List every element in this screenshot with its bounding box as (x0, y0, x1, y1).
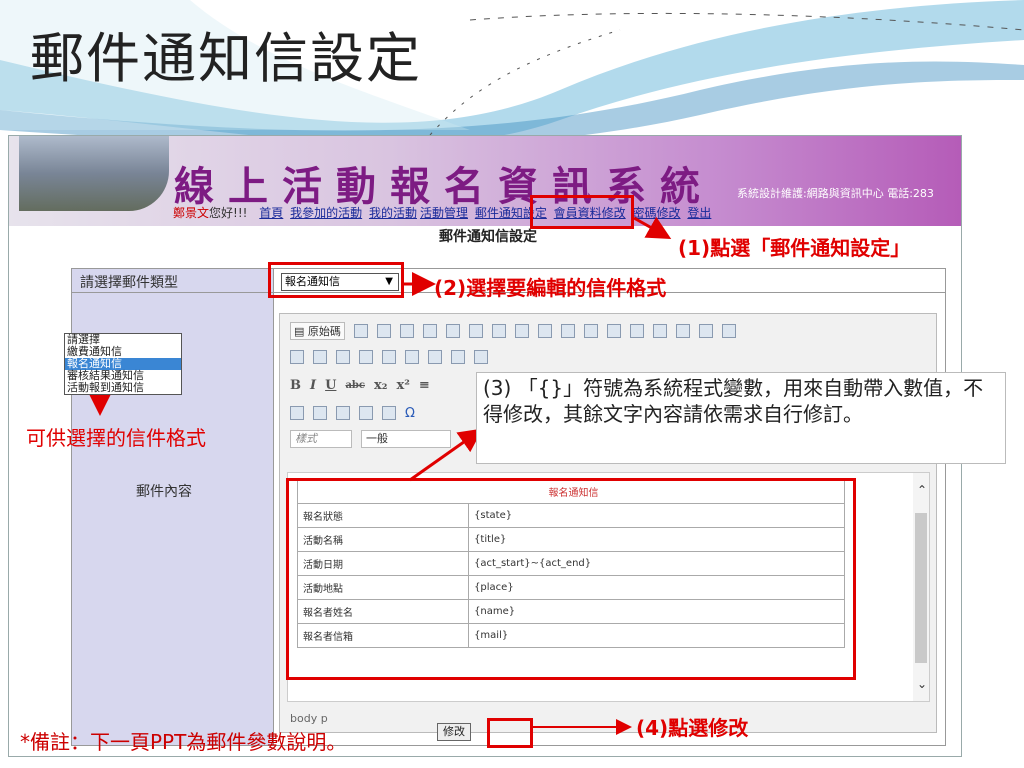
format-combo[interactable]: 一般 (361, 430, 451, 448)
highlight-modify-box (487, 718, 533, 748)
slide-note: *備註：下一頁PPT為郵件參數說明。 (20, 730, 347, 754)
annotation-step-3-text: (3) 「{}」符號為系統程式變數，用來自動帶入數值，不得修改，其餘文字內容請依… (483, 376, 984, 426)
options-caption: 可供選擇的信件格式 (26, 426, 206, 450)
mail-type-options: 請選擇 繳費通知信 報名通知信 審核結果通知信 活動報到通知信 (64, 333, 182, 395)
greeting: 您好!!! (209, 206, 248, 220)
superscript-icon[interactable]: x² (396, 378, 409, 393)
slide: 郵件通知信設定 線上活動報名資訊系統 系統設計維護:網路與資訊中心 電話:283… (0, 0, 1024, 768)
nav-my-activities[interactable]: 我的活動 (369, 206, 417, 220)
scroll-thumb[interactable] (915, 513, 927, 663)
app-banner: 線上活動報名資訊系統 系統設計維護:網路與資訊中心 電話:283 鄭景文您好!!… (9, 136, 961, 226)
annotation-step-3: (3) 「{}」符號為系統程式變數，用來自動帶入數值，不得修改，其餘文字內容請依… (476, 372, 1006, 464)
page-heading: 郵件通知信設定 (439, 229, 537, 245)
form-icon[interactable] (290, 350, 304, 364)
nav-my-joined-activities[interactable]: 我參加的活動 (290, 206, 362, 220)
annotation-step-2: (2)選擇要編輯的信件格式 (434, 276, 667, 300)
style-combo[interactable]: 樣式 (290, 430, 352, 448)
annotation-step-4: (4)點選修改 (636, 716, 749, 740)
scroll-down-icon[interactable]: ⌄ (917, 677, 927, 691)
nav-logout[interactable]: 登出 (687, 206, 711, 220)
content-label: 郵件內容 (136, 484, 192, 500)
find-icon[interactable] (652, 324, 667, 338)
nav-home[interactable]: 首頁 (259, 206, 283, 220)
highlight-select-box (268, 262, 404, 298)
highlight-nav-box (530, 195, 634, 229)
option-checkin-notice[interactable]: 活動報到通知信 (65, 382, 181, 394)
paste-text-icon[interactable] (514, 324, 529, 338)
remove-format-icon[interactable] (721, 324, 736, 338)
flash-icon[interactable] (313, 406, 327, 420)
textarea-icon[interactable] (382, 350, 396, 364)
underline-icon[interactable]: U (325, 378, 336, 393)
save-icon[interactable] (353, 324, 368, 338)
special-char-icon[interactable]: Ω (405, 406, 415, 421)
horizontal-rule-icon[interactable] (359, 406, 373, 420)
toolbar-row-2 (290, 346, 488, 368)
radio-icon[interactable] (336, 350, 350, 364)
type-label-cell: 請選擇郵件類型 (72, 269, 274, 293)
strike-icon[interactable]: abc (345, 380, 365, 391)
nav-change-password[interactable]: 密碼修改 (633, 206, 681, 220)
select-field-icon[interactable] (405, 350, 419, 364)
image-icon[interactable] (290, 406, 304, 420)
toolbar-row-5: 樣式 一般 (290, 428, 451, 450)
paste-word-icon[interactable] (537, 324, 552, 338)
textfield-icon[interactable] (359, 350, 373, 364)
checkbox-icon[interactable] (313, 350, 327, 364)
button-field-icon[interactable] (428, 350, 442, 364)
select-all-icon[interactable] (698, 324, 713, 338)
bold-icon[interactable]: B (290, 378, 301, 393)
redo-icon[interactable] (629, 324, 644, 338)
spellcheck-icon[interactable] (583, 324, 598, 338)
highlight-template-box (286, 478, 856, 680)
element-path: body p (290, 712, 328, 725)
building-photo (19, 136, 169, 211)
cut-icon[interactable] (445, 324, 460, 338)
print-icon[interactable] (560, 324, 575, 338)
smiley-icon[interactable] (382, 406, 396, 420)
new-page-icon[interactable] (376, 324, 391, 338)
type-label: 請選擇郵件類型 (80, 275, 178, 291)
content-label-cell: 郵件內容 請選擇 繳費通知信 報名通知信 審核結果通知信 活動報到通知信 (64, 293, 274, 745)
subscript-icon[interactable]: x₂ (374, 378, 387, 393)
paste-icon[interactable] (491, 324, 506, 338)
user-name: 鄭景文 (173, 206, 210, 220)
annotation-step-1: (1)點選「郵件通知設定」 (678, 236, 911, 260)
modify-button[interactable]: 修改 (437, 723, 471, 741)
templates-icon[interactable] (422, 324, 437, 338)
maintenance-info: 系統設計維護:網路與資訊中心 電話:283 (737, 187, 934, 200)
undo-icon[interactable] (606, 324, 621, 338)
toolbar-row-4: Ω (290, 402, 415, 424)
edit-area-scrollbar[interactable]: ⌃ ⌄ (913, 473, 929, 701)
slide-title: 郵件通知信設定 (30, 27, 422, 90)
replace-icon[interactable] (675, 324, 690, 338)
table-icon[interactable] (336, 406, 350, 420)
toolbar-row-1: ▤ 原始碼 (290, 320, 736, 342)
copy-icon[interactable] (468, 324, 483, 338)
scroll-up-icon[interactable]: ⌃ (917, 483, 927, 497)
toolbar-row-3: B I U abc x₂ x² ≡ (290, 374, 430, 396)
hidden-field-icon[interactable] (474, 350, 488, 364)
italic-icon[interactable]: I (310, 378, 316, 393)
nav-activity-management[interactable]: 活動管理 (420, 206, 468, 220)
preview-icon[interactable] (399, 324, 414, 338)
image-button-icon[interactable] (451, 350, 465, 364)
numbered-list-icon[interactable]: ≡ (419, 378, 430, 393)
source-button[interactable]: ▤ 原始碼 (290, 322, 345, 340)
